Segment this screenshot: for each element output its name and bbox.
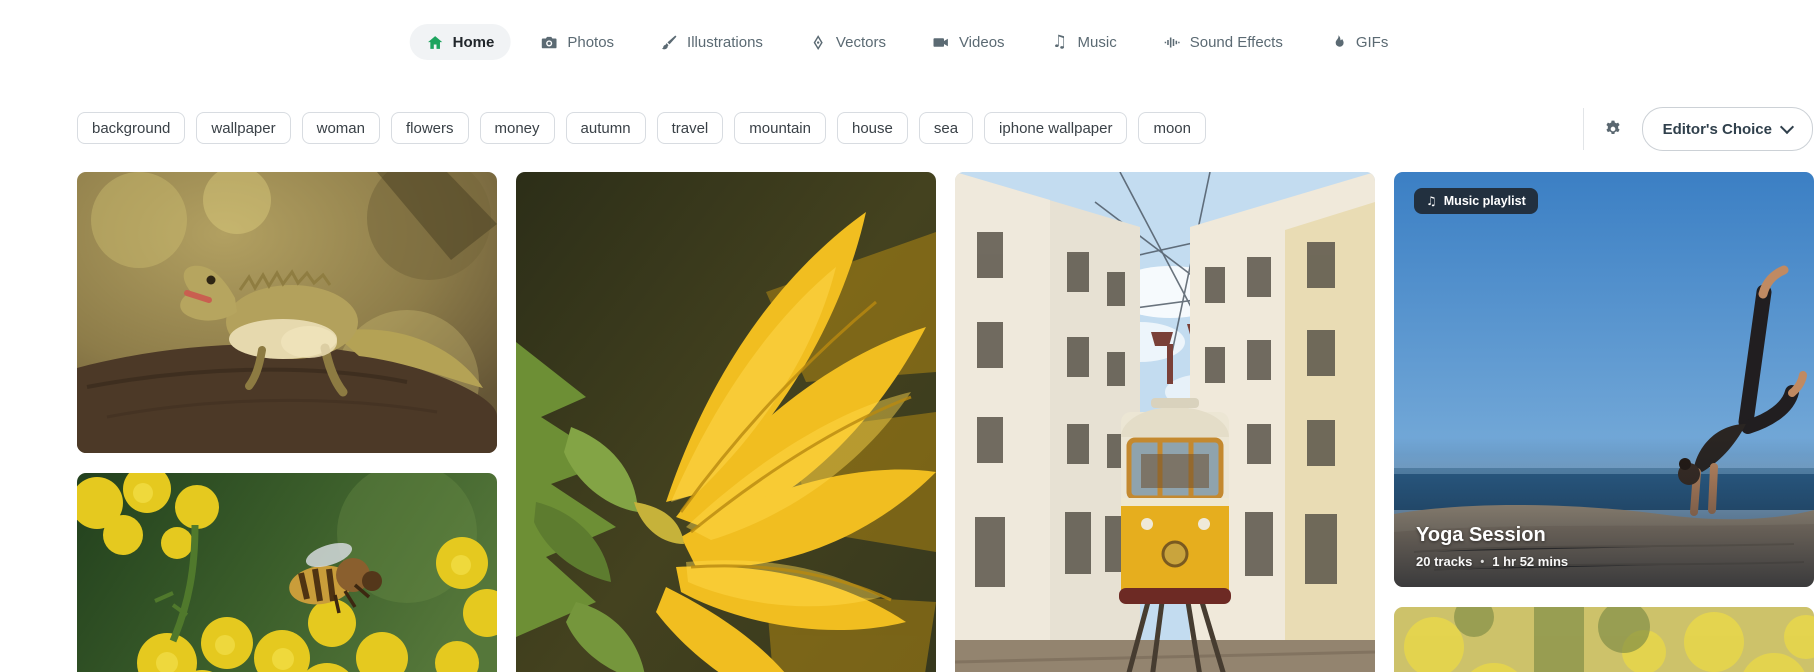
grid-column-4: ♫ Music playlist Yoga Session 20 tracks … xyxy=(1394,172,1814,672)
nav-label: Photos xyxy=(567,34,614,51)
gear-icon[interactable] xyxy=(1600,116,1626,142)
waveform-icon xyxy=(1163,33,1181,51)
photo-sunflower[interactable] xyxy=(516,172,936,672)
tram-vehicle xyxy=(1119,398,1231,604)
nav-label: Sound Effects xyxy=(1190,34,1283,51)
nav-item-photos[interactable]: Photos xyxy=(524,24,630,60)
tag-chip[interactable]: house xyxy=(837,112,908,144)
grid-column-3 xyxy=(955,172,1375,672)
nav-label: Home xyxy=(453,34,495,51)
tag-chip[interactable]: moon xyxy=(1138,112,1206,144)
playlist-duration: 1 hr 52 mins xyxy=(1492,554,1568,569)
music-note-icon: ♫ xyxy=(1051,33,1069,51)
trending-tags: background wallpaper woman flowers money… xyxy=(77,112,1206,144)
tag-chip[interactable]: background xyxy=(77,112,185,144)
lizard-photo-art xyxy=(77,172,497,453)
pixabay-home-page: Home Photos Illustrations Vectors Videos xyxy=(0,0,1814,672)
nav-item-illustrations[interactable]: Illustrations xyxy=(644,24,779,60)
nav-label: Music xyxy=(1078,34,1117,51)
nav-item-sound-effects[interactable]: Sound Effects xyxy=(1147,24,1299,60)
nav-item-gifs[interactable]: GIFs xyxy=(1313,24,1405,60)
nav-item-vectors[interactable]: Vectors xyxy=(793,24,902,60)
playlist-meta: 20 tracks • 1 hr 52 mins xyxy=(1416,554,1568,569)
tram-photo-art xyxy=(955,172,1375,672)
video-camera-icon xyxy=(932,33,950,51)
playlist-info: Yoga Session 20 tracks • 1 hr 52 mins xyxy=(1416,524,1568,569)
tag-chip[interactable]: autumn xyxy=(566,112,646,144)
sunflower-photo-art xyxy=(516,172,936,672)
rapeseed-photo-art xyxy=(1394,607,1814,672)
camera-icon xyxy=(540,33,558,51)
nav-label: Vectors xyxy=(836,34,886,51)
tag-chip[interactable]: travel xyxy=(657,112,724,144)
chevron-down-icon xyxy=(1780,120,1794,134)
tag-chip[interactable]: iphone wallpaper xyxy=(984,112,1127,144)
nav-item-home[interactable]: Home xyxy=(410,24,511,60)
tag-chip[interactable]: sea xyxy=(919,112,973,144)
tag-chip[interactable]: flowers xyxy=(391,112,469,144)
sort-label: Editor's Choice xyxy=(1663,121,1772,138)
brush-icon xyxy=(660,33,678,51)
grid-column-1 xyxy=(77,172,497,672)
tag-chip[interactable]: mountain xyxy=(734,112,826,144)
bee-photo-art xyxy=(77,473,497,672)
nav-label: Illustrations xyxy=(687,34,763,51)
photo-bee-flowers[interactable] xyxy=(77,473,497,672)
music-playlist-card[interactable]: ♫ Music playlist Yoga Session 20 tracks … xyxy=(1394,172,1814,587)
nav-label: GIFs xyxy=(1356,34,1389,51)
home-icon xyxy=(426,33,444,51)
music-note-icon: ♫ xyxy=(1426,195,1437,207)
photo-lisbon-tram[interactable] xyxy=(955,172,1375,672)
badge-label: Music playlist xyxy=(1444,194,1526,208)
pen-nib-icon xyxy=(809,33,827,51)
playlist-title: Yoga Session xyxy=(1416,524,1568,547)
media-grid: ♫ Music playlist Yoga Session 20 tracks … xyxy=(77,172,1814,672)
tag-chip[interactable]: money xyxy=(480,112,555,144)
tag-chip[interactable]: wallpaper xyxy=(196,112,290,144)
filter-controls: Editor's Choice xyxy=(1583,107,1813,151)
nav-label: Videos xyxy=(959,34,1005,51)
dot-separator: • xyxy=(1480,556,1484,568)
photo-lizard[interactable] xyxy=(77,172,497,453)
flame-icon xyxy=(1329,33,1347,51)
playlist-track-count: 20 tracks xyxy=(1416,554,1472,569)
music-playlist-badge: ♫ Music playlist xyxy=(1414,188,1538,214)
divider xyxy=(1583,108,1584,150)
grid-column-2 xyxy=(516,172,936,672)
editors-choice-dropdown[interactable]: Editor's Choice xyxy=(1642,107,1813,151)
tag-chip[interactable]: woman xyxy=(302,112,380,144)
nav-item-videos[interactable]: Videos xyxy=(916,24,1021,60)
media-type-nav: Home Photos Illustrations Vectors Videos xyxy=(410,24,1405,60)
nav-item-music[interactable]: ♫ Music xyxy=(1035,24,1133,60)
photo-rapeseed-field[interactable] xyxy=(1394,607,1814,672)
